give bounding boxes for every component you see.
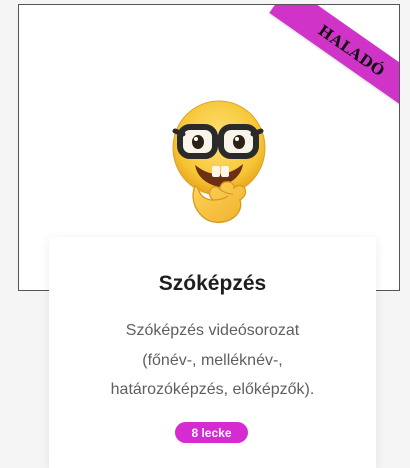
course-description-line-3: határozóképzés, előképzők). [110, 381, 315, 398]
course-description-line-2: (főnév-, melléknév-, [142, 352, 283, 369]
course-title: Szóképzés [158, 272, 267, 295]
level-ribbon-label: HALADÓ [314, 21, 389, 81]
lessons-count-badge: 8 lecke [175, 422, 248, 443]
course-info-card[interactable]: Szóképzés Szóképzés videósorozat (főnév-… [49, 237, 376, 468]
course-description-line-1: Szóképzés videósorozat [125, 322, 300, 339]
course-card-page: HALADÓ Szóképzés Szóképzés videósorozat … [0, 0, 410, 468]
level-ribbon: HALADÓ [269, 5, 399, 115]
nerd-face-thinking-icon [161, 96, 281, 228]
